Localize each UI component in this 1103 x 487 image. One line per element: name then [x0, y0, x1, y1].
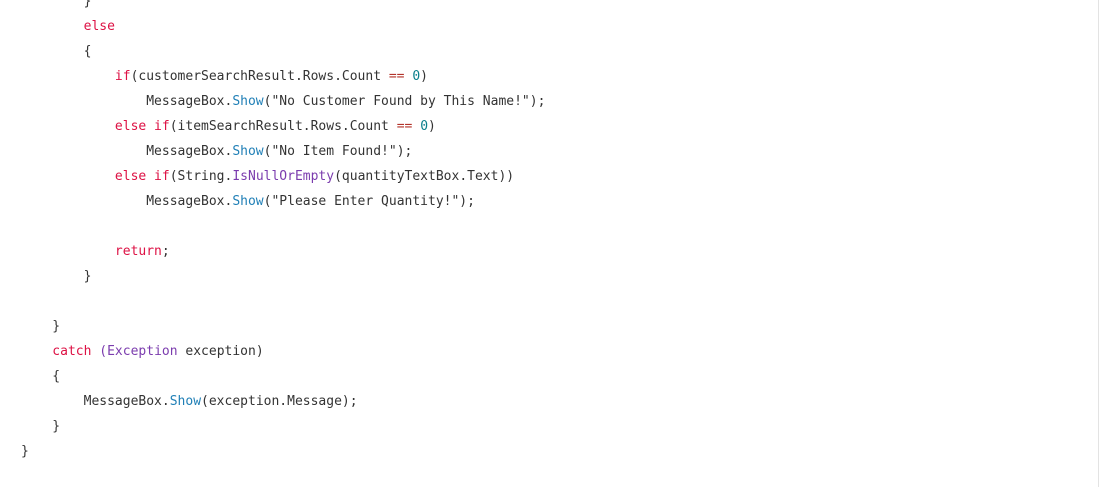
code-token-ident: (String. [169, 169, 233, 184]
code-token-number: 0 [420, 119, 429, 134]
code-token-method: Show [232, 94, 264, 109]
code-token-ident: ) [428, 119, 436, 134]
code-token-ident: ) [420, 69, 428, 84]
code-line: return; [21, 239, 545, 264]
code-token-keyword: return [21, 244, 162, 259]
code-line: catch (Exception exception) [21, 339, 545, 364]
code-line: MessageBox.Show("No Item Found!"); [21, 139, 545, 164]
code-token-op: == [396, 119, 413, 134]
code-token-ident: } [21, 444, 29, 459]
code-token-ident: MessageBox. [21, 94, 233, 109]
code-token-keyword: if [21, 69, 131, 84]
code-line: else if(itemSearchResult.Rows.Count == 0… [21, 114, 545, 139]
code-token-ident: (quantityTextBox.Text)) [334, 169, 515, 184]
code-line: { [21, 364, 545, 389]
code-line: MessageBox.Show(exception.Message); [21, 389, 545, 414]
code-token-keyword: else if [21, 169, 170, 184]
code-line: { [21, 39, 545, 64]
code-token-keyword: else [21, 19, 115, 34]
code-line: } [21, 0, 545, 14]
code-line: else if(String.IsNullOrEmpty(quantityTex… [21, 164, 545, 189]
code-token-ident: ("No Item Found!"); [263, 144, 413, 159]
code-token-ident: } [21, 0, 92, 9]
code-token-number: 0 [412, 69, 421, 84]
code-token-ident: (itemSearchResult.Rows.Count [169, 119, 397, 134]
code-line: if(customerSearchResult.Rows.Count == 0) [21, 64, 545, 89]
code-token-kwtype: (Exception [99, 344, 178, 359]
code-token-ident: (customerSearchResult.Rows.Count [130, 69, 389, 84]
code-token-ident: (exception.Message); [201, 394, 358, 409]
code-token-ident: } [21, 419, 61, 434]
code-token-ident: ("No Customer Found by This Name!"); [263, 94, 546, 109]
code-token-keyword: else if [21, 119, 170, 134]
code-token-ident: exception) [177, 344, 264, 359]
code-token-ident: { [21, 44, 92, 59]
code-line: } [21, 264, 545, 289]
code-token-ident: ; [161, 244, 170, 259]
code-line: } [21, 439, 545, 464]
code-token-ident [412, 119, 420, 134]
code-token-ident: } [21, 269, 92, 284]
code-viewer: } else { if(customerSearchResult.Rows.Co… [0, 0, 1099, 487]
code-line: } [21, 314, 545, 339]
code-token-op: == [388, 69, 405, 84]
code-line: } [21, 414, 545, 439]
code-token-ident: MessageBox. [21, 394, 170, 409]
code-token-ident: { [21, 369, 61, 384]
code-token-method: Show [169, 394, 202, 409]
code-token-kwtype: IsNullOrEmpty [232, 169, 335, 184]
code-token-ident: MessageBox. [21, 194, 233, 209]
code-token-method: Show [232, 194, 264, 209]
code-line: MessageBox.Show("Please Enter Quantity!"… [21, 189, 545, 214]
code-token-ident: MessageBox. [21, 144, 233, 159]
code-token-ident: ("Please Enter Quantity!"); [263, 194, 475, 209]
code-line: MessageBox.Show("No Customer Found by Th… [21, 89, 545, 114]
code-token-keyword: catch [21, 344, 92, 359]
code-token-method: Show [232, 144, 264, 159]
code-token-ident: } [21, 319, 61, 334]
code-line: else [21, 14, 545, 39]
code-block: } else { if(customerSearchResult.Rows.Co… [21, 0, 545, 464]
